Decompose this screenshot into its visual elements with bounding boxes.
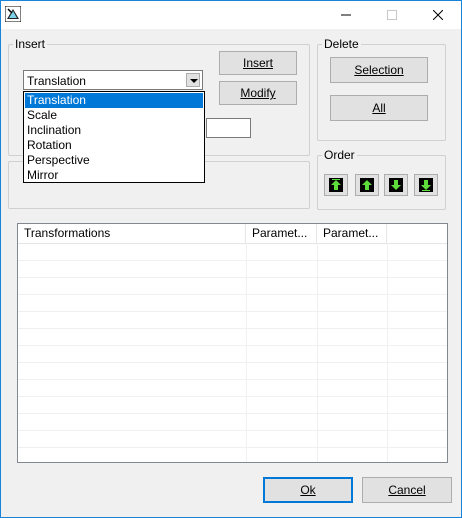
grid-line: [18, 396, 447, 397]
dropdown-option-translation[interactable]: Translation: [25, 93, 203, 108]
dropdown-option-rotation[interactable]: Rotation: [25, 138, 203, 153]
transformations-list[interactable]: Transformations Paramet... Paramet...: [17, 223, 448, 463]
move-top-icon: [329, 178, 343, 192]
ok-button[interactable]: Ok: [263, 477, 353, 503]
move-up-icon: [360, 178, 374, 192]
move-bottom-icon: [419, 178, 433, 192]
cancel-button[interactable]: Cancel: [362, 477, 452, 503]
grid-line: [18, 260, 447, 261]
grid-line: [18, 430, 447, 431]
dropdown-option-scale[interactable]: Scale: [25, 108, 203, 123]
move-bottom-button[interactable]: [414, 174, 438, 196]
grid-line: [18, 447, 447, 448]
column-header-transformations[interactable]: Transformations: [18, 224, 246, 243]
dropdown-option-inclination[interactable]: Inclination: [25, 123, 203, 138]
title-bar[interactable]: [1, 1, 461, 29]
modify-button[interactable]: Modify: [219, 81, 297, 105]
list-header: Transformations Paramet... Paramet...: [18, 224, 447, 244]
chevron-down-icon: [190, 79, 198, 83]
maximize-icon: [387, 10, 397, 20]
column-header-parameter-2[interactable]: Paramet...: [317, 224, 387, 243]
insert-group-title: Insert: [13, 37, 48, 51]
grid-line: [18, 413, 447, 414]
close-icon: [433, 10, 443, 20]
delete-selection-button[interactable]: Selection: [330, 57, 428, 83]
app-icon: [5, 6, 21, 22]
move-up-button[interactable]: [355, 174, 379, 196]
dialog-window: Insert Translation Insert Modify Delete …: [0, 0, 462, 518]
column-header-parameter-1[interactable]: Paramet...: [246, 224, 317, 243]
maximize-button[interactable]: [369, 1, 415, 29]
grid-line: [18, 294, 447, 295]
combobox-dropdown-button[interactable]: [186, 73, 200, 87]
minimize-icon: [341, 14, 351, 16]
combobox-value: Translation: [27, 74, 86, 88]
move-down-icon: [389, 178, 403, 192]
dropdown-option-perspective[interactable]: Perspective: [25, 153, 203, 168]
close-button[interactable]: [415, 1, 461, 29]
move-top-button[interactable]: [324, 174, 348, 196]
grid-line: [18, 328, 447, 329]
grid-line: [18, 362, 447, 363]
delete-group-title: Delete: [322, 37, 361, 51]
grid-line: [18, 311, 447, 312]
order-group-title: Order: [322, 148, 357, 162]
grid-line: [18, 379, 447, 380]
transformation-combobox[interactable]: Translation: [23, 70, 203, 90]
parameter-input[interactable]: [206, 118, 251, 138]
minimize-button[interactable]: [323, 1, 369, 29]
move-down-button[interactable]: [384, 174, 408, 196]
transformation-dropdown-list[interactable]: Translation Scale Inclination Rotation P…: [23, 91, 205, 183]
dropdown-option-mirror[interactable]: Mirror: [25, 168, 203, 183]
insert-button[interactable]: Insert: [219, 51, 297, 75]
delete-all-button[interactable]: All: [330, 95, 428, 121]
grid-line: [18, 277, 447, 278]
grid-line: [18, 345, 447, 346]
